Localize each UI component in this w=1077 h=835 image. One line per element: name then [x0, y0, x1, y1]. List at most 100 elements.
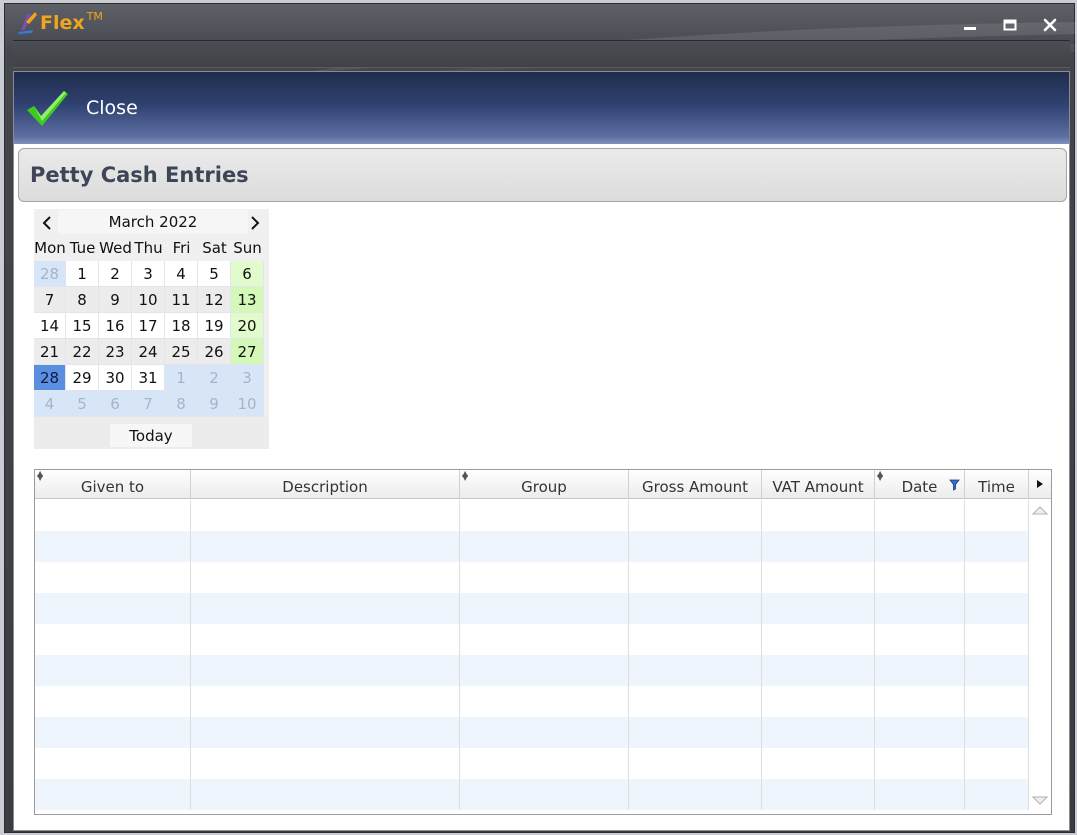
page-title: Petty Cash Entries [30, 163, 249, 187]
calendar-day-other-month[interactable]: 7 [132, 391, 165, 417]
calendar-day[interactable]: 4 [165, 261, 198, 287]
table-row[interactable] [35, 500, 1029, 531]
column-header-label: Time [978, 478, 1015, 496]
maximize-button[interactable] [999, 14, 1021, 36]
table-cell [629, 593, 762, 624]
table-cell [191, 531, 460, 562]
table-cell [460, 531, 629, 562]
calendar-day[interactable]: 18 [165, 313, 198, 339]
close-button[interactable]: Close [24, 88, 138, 128]
calendar-day[interactable]: 2 [99, 261, 132, 287]
calendar-day[interactable]: 30 [99, 365, 132, 391]
calendar-day-other-month[interactable]: 9 [198, 391, 231, 417]
calendar-day-sunday[interactable]: 20 [231, 313, 264, 339]
table-row[interactable] [35, 593, 1029, 624]
calendar-day-sunday[interactable]: 27 [231, 339, 264, 365]
calendar-day-other-month[interactable]: 2 [198, 365, 231, 391]
table-row[interactable] [35, 779, 1029, 810]
calendar-day[interactable]: 29 [66, 365, 99, 391]
table-cell [629, 500, 762, 531]
flex-logo-icon [18, 12, 37, 34]
minimize-button[interactable] [959, 14, 981, 36]
calendar-day[interactable]: 22 [66, 339, 99, 365]
calendar-day-other-month[interactable]: 1 [165, 365, 198, 391]
calendar-day[interactable]: 8 [66, 287, 99, 313]
column-header-gross-amount[interactable]: Gross Amount [629, 470, 762, 499]
calendar-day[interactable]: 21 [34, 339, 66, 365]
calendar-day-other-month[interactable]: 28 [34, 261, 66, 287]
more-columns-button[interactable] [1029, 470, 1051, 499]
window-close-button[interactable] [1039, 14, 1061, 36]
table-cell [35, 686, 191, 717]
column-header-given-to[interactable]: ▲ ▼ Given to [35, 470, 191, 499]
today-button[interactable]: Today [110, 424, 192, 447]
calendar-day-other-month[interactable]: 6 [99, 391, 132, 417]
petty-cash-grid: ▲ ▼ Given to Description ▲ ▼ Group Gross A… [34, 469, 1052, 815]
calendar-day[interactable]: 11 [165, 287, 198, 313]
column-header-date[interactable]: ▲ ▼ Date [875, 470, 965, 499]
scroll-down-icon[interactable] [1032, 796, 1048, 806]
calendar-day[interactable]: 26 [198, 339, 231, 365]
column-header-label: Description [282, 478, 368, 496]
calendar-day-other-month[interactable]: 3 [231, 365, 264, 391]
next-month-button[interactable] [244, 212, 266, 234]
calendar-footer: Today [34, 417, 269, 449]
calendar-month-label[interactable]: March 2022 [58, 210, 248, 234]
calendar-day[interactable]: 17 [132, 313, 165, 339]
calendar-day-sunday[interactable]: 6 [231, 261, 264, 287]
calendar-day[interactable]: 10 [132, 287, 165, 313]
column-header-label: Gross Amount [642, 478, 748, 496]
table-row[interactable] [35, 748, 1029, 779]
filter-icon[interactable] [949, 479, 960, 491]
column-header-label: Given to [80, 478, 145, 496]
calendar-day[interactable]: 15 [66, 313, 99, 339]
calendar-day-other-month[interactable]: 8 [165, 391, 198, 417]
table-row[interactable] [35, 686, 1029, 717]
scroll-up-icon[interactable] [1032, 505, 1048, 515]
table-row[interactable] [35, 562, 1029, 593]
calendar-day-sunday[interactable]: 13 [231, 287, 264, 313]
calendar-day[interactable]: 1 [66, 261, 99, 287]
table-cell [35, 531, 191, 562]
column-header-label: Date [901, 478, 938, 496]
column-header-vat-amount[interactable]: VAT Amount [762, 470, 875, 499]
calendar-day[interactable]: 25 [165, 339, 198, 365]
table-row[interactable] [35, 531, 1029, 562]
calendar-day[interactable]: 31 [132, 365, 165, 391]
table-row[interactable] [35, 655, 1029, 686]
weekday-header: Sat [198, 235, 231, 261]
column-header-time[interactable]: Time [965, 470, 1029, 499]
calendar-day[interactable]: 16 [99, 313, 132, 339]
calendar-day[interactable]: 3 [132, 261, 165, 287]
table-cell [629, 717, 762, 748]
calendar-day[interactable]: 9 [99, 287, 132, 313]
grid-body [35, 500, 1029, 810]
calendar-day-selected[interactable]: 28 [34, 365, 66, 391]
table-row[interactable] [35, 717, 1029, 748]
table-cell [191, 779, 460, 810]
table-row[interactable] [35, 624, 1029, 655]
table-cell [875, 686, 965, 717]
calendar-day[interactable]: 7 [34, 287, 66, 313]
calendar-day[interactable]: 23 [99, 339, 132, 365]
previous-month-button[interactable] [36, 212, 58, 234]
calendar-day[interactable]: 24 [132, 339, 165, 365]
table-cell [762, 655, 875, 686]
column-header-description[interactable]: Description [191, 470, 460, 499]
weekday-header: Wed [99, 235, 132, 261]
calendar-day[interactable]: 5 [198, 261, 231, 287]
calendar-day-other-month[interactable]: 5 [66, 391, 99, 417]
menu-bar [13, 40, 1070, 68]
calendar-day-other-month[interactable]: 4 [34, 391, 66, 417]
weekday-header: Sun [231, 235, 264, 261]
calendar-day[interactable]: 19 [198, 313, 231, 339]
table-cell [191, 748, 460, 779]
calendar-day[interactable]: 12 [198, 287, 231, 313]
column-header-group[interactable]: ▲ ▼ Group [460, 470, 629, 499]
vertical-scrollbar[interactable] [1029, 500, 1051, 814]
grid-header-row: ▲ ▼ Given to Description ▲ ▼ Group Gross A… [35, 470, 1029, 499]
calendar-day-other-month[interactable]: 10 [231, 391, 264, 417]
calendar-day[interactable]: 14 [34, 313, 66, 339]
table-cell [965, 686, 1029, 717]
table-cell [965, 500, 1029, 531]
